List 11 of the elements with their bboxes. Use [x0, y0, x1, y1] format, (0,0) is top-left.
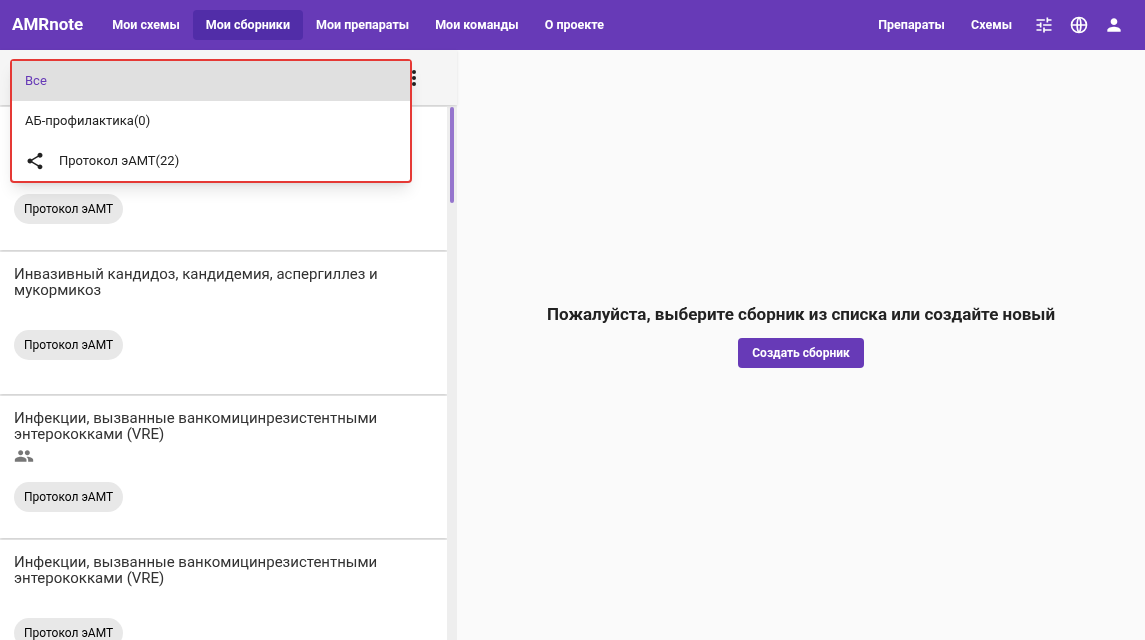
tag-chip: Протокол эАМТ [14, 618, 124, 640]
card-title: Инфекции, вызванные ванкомицинрезистентными энтерококками (VRE) [14, 410, 379, 442]
tag-chip: Протокол эАМТ [14, 482, 124, 512]
card-title: Инвазивный кандидоз, кандидемия, аспергиллез и мукормикоз [14, 266, 379, 298]
tag-chip: Протокол эАМТ [14, 330, 124, 360]
card-title: Инфекции, вызванные ванкомицинрезистентными энтерококками (VRE) [14, 554, 379, 586]
menu-item-label: Все [25, 72, 47, 91]
empty-state-message: Пожалуйста, выберите сборник из списка или создайте новый [546, 303, 1056, 327]
menu-item-label: Протокол эАМТ(22) [59, 152, 180, 171]
tag-chip: Протокол эАМТ [14, 194, 124, 224]
menu-item-label: АБ-профилактика(0) [25, 112, 151, 131]
